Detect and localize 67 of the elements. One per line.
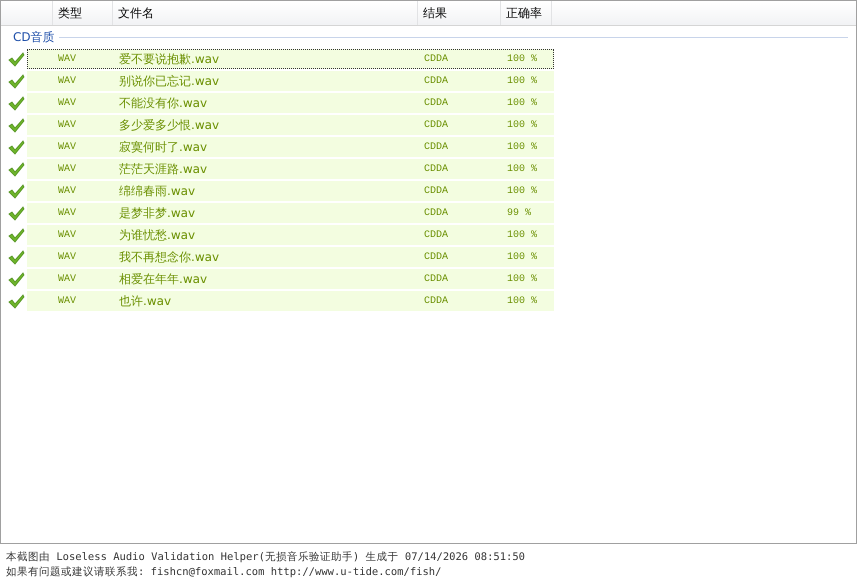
table-cell-text: CDDA <box>423 76 450 86</box>
table-cell-text: WAV <box>57 164 78 174</box>
table-cell-text: 100 % <box>506 252 538 262</box>
table-cell-text: 多少爱多少恨.wav <box>118 116 220 134</box>
table-cell-text: WAV <box>57 98 78 108</box>
table-cell-text: WAV <box>57 296 78 306</box>
table-cell-text: 100 % <box>506 296 538 306</box>
table-cell-text: CDDA <box>423 208 450 218</box>
file-row[interactable]: WAV 绵绵春雨.wav CDDA 100 % <box>1 180 856 202</box>
footer-text: 如果有问题或建议请联系我: fishcn@foxmail.com http://www.u-tide.com/fish/ <box>6 565 442 580</box>
table-cell-text: WAV <box>57 120 78 130</box>
column-header[interactable]: 文件名 <box>113 1 418 25</box>
column-header[interactable]: 正确率 <box>501 1 552 25</box>
table-cell-text: CDDA <box>423 120 450 130</box>
group-label: CD音质 <box>13 28 55 46</box>
table-cell-text: WAV <box>57 186 78 196</box>
file-row[interactable]: WAV 相爱在年年.wav CDDA 100 % <box>1 268 856 290</box>
file-row[interactable]: WAV 不能没有你.wav CDDA 100 % <box>1 92 856 114</box>
table-cell-text: 我不再想念你.wav <box>118 248 220 266</box>
table-cell-text: WAV <box>57 142 78 152</box>
table-cell-text: 99 % <box>506 208 532 218</box>
table-cell-text: CDDA <box>423 54 450 64</box>
table-cell-text: CDDA <box>423 186 450 196</box>
table-cell-text: 是梦非梦.wav <box>118 204 196 222</box>
table-cell-text: 100 % <box>506 120 538 130</box>
table-cell-text: CDDA <box>423 230 450 240</box>
table-cell-text: 100 % <box>506 274 538 284</box>
file-row[interactable]: WAV 寂寞何时了.wav CDDA 100 % <box>1 136 856 158</box>
table-cell-text: WAV <box>57 230 78 240</box>
table-cell-text: WAV <box>57 54 78 64</box>
table-cell-text: 100 % <box>506 164 538 174</box>
table-cell-text: CDDA <box>423 296 450 306</box>
table-cell-text: 绵绵春雨.wav <box>118 182 196 200</box>
table-cell-text: 100 % <box>506 76 538 86</box>
file-row[interactable]: WAV 茫茫天涯路.wav CDDA 100 % <box>1 158 856 180</box>
file-row[interactable]: WAV 也许.wav CDDA 100 % <box>1 290 856 312</box>
table-cell-text: CDDA <box>423 142 450 152</box>
column-header[interactable]: 结果 <box>418 1 501 25</box>
table-cell-text: 别说你已忘记.wav <box>118 72 220 90</box>
table-cell-text: CDDA <box>423 274 450 284</box>
table-cell-text: 为谁忧愁.wav <box>118 226 196 244</box>
table-cell-text: CDDA <box>423 98 450 108</box>
table-cell-text: CDDA <box>423 164 450 174</box>
table-cell-text: 爱不要说抱歉.wav <box>118 50 220 68</box>
table-cell-text: WAV <box>57 274 78 284</box>
table-cell-text: 100 % <box>506 230 538 240</box>
footer-text: 本截图由 Loseless Audio Validation Helper(无损音乐验证助手) 生成于 07/14/2026 08:51:50 <box>6 550 526 565</box>
table-cell-text: 不能没有你.wav <box>118 94 208 112</box>
table-cell-text: WAV <box>57 208 78 218</box>
table-cell-text: 100 % <box>506 142 538 152</box>
file-row[interactable]: WAV 别说你已忘记.wav CDDA 100 % <box>1 70 856 92</box>
table-cell-text: 也许.wav <box>118 292 172 310</box>
file-row[interactable]: WAV 是梦非梦.wav CDDA 99 % <box>1 202 856 224</box>
table-cell-text: WAV <box>57 76 78 86</box>
table-cell-text: CDDA <box>423 252 450 262</box>
file-row[interactable]: WAV 为谁忧愁.wav CDDA 100 % <box>1 224 856 246</box>
table-cell-text: 寂寞何时了.wav <box>118 138 208 156</box>
file-row[interactable]: WAV 多少爱多少恨.wav CDDA 100 % <box>1 114 856 136</box>
table-cell-text: 100 % <box>506 98 538 108</box>
table-cell-text: WAV <box>57 252 78 262</box>
table-cell-text: 100 % <box>506 54 538 64</box>
file-row[interactable]: WAV 爱不要说抱歉.wav CDDA 100 % <box>1 48 856 70</box>
table-cell-text: 相爱在年年.wav <box>118 270 208 288</box>
table-cell-text: 100 % <box>506 186 538 196</box>
table-cell-text: 茫茫天涯路.wav <box>118 160 208 178</box>
file-row[interactable]: WAV 我不再想念你.wav CDDA 100 % <box>1 246 856 268</box>
column-header[interactable]: 类型 <box>53 1 113 25</box>
